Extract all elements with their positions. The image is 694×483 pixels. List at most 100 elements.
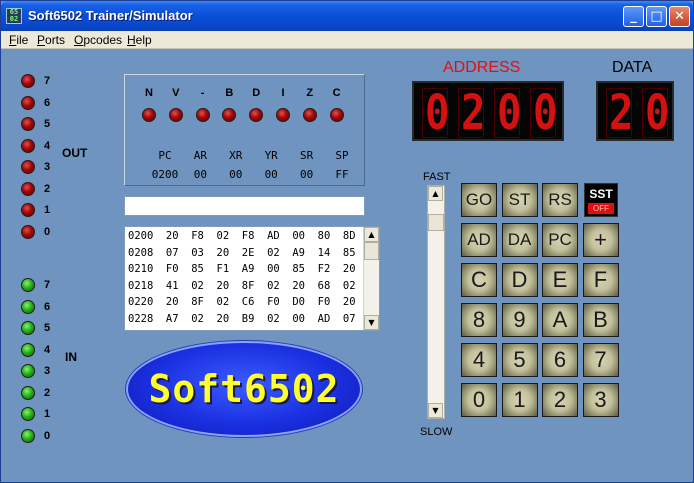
key-rs[interactable]: RS — [542, 183, 578, 217]
key-plus[interactable]: + — [582, 223, 619, 257]
register-label: XR — [229, 149, 243, 162]
register-value: 00 — [229, 168, 243, 181]
slider-up-arrow-icon[interactable]: ▲ — [428, 186, 443, 201]
key-a[interactable]: A — [542, 303, 578, 337]
in-led-1 — [21, 407, 35, 421]
key-d[interactable]: D — [501, 263, 538, 297]
out-led-5 — [21, 117, 35, 131]
maximize-button[interactable]: □ — [646, 6, 667, 27]
in-led-6 — [21, 299, 35, 314]
key-pc[interactable]: PC — [542, 223, 578, 257]
flag-label: D — [252, 87, 261, 99]
flag-led — [302, 108, 317, 122]
sst-button[interactable]: SST OFF — [584, 183, 618, 217]
key-st[interactable]: ST — [501, 183, 538, 217]
key-f[interactable]: F — [582, 263, 619, 297]
key-ad[interactable]: AD — [461, 223, 497, 257]
in-bit-label: 7 — [44, 279, 51, 291]
key-3[interactable]: 3 — [582, 383, 619, 417]
minimize-button[interactable]: _ — [623, 6, 644, 27]
slider-down-arrow-icon[interactable]: ▼ — [428, 403, 443, 418]
in-led-4 — [21, 342, 35, 357]
in-led-7 — [21, 278, 35, 292]
sst-state-badge: OFF — [588, 203, 614, 214]
address-display: 0200 — [412, 81, 564, 141]
memory-row[interactable]: 0228 A7 02 20 B9 02 00 AD 07 — [128, 313, 356, 325]
in-led-3 — [21, 364, 35, 378]
flag-label: I — [281, 87, 285, 99]
memory-row[interactable]: 0200 20 F8 02 F8 AD 00 80 8D — [128, 230, 356, 242]
key-1[interactable]: 1 — [501, 383, 538, 417]
segment-char: 0 — [532, 85, 558, 141]
out-led-2 — [21, 181, 35, 196]
window-title: Soft6502 Trainer/Simulator — [28, 8, 193, 23]
flag-led — [168, 108, 183, 122]
key-9[interactable]: 9 — [501, 303, 538, 337]
memory-dump-list[interactable]: 0200 20 F8 02 F8 AD 00 80 8D 0208 07 03 2… — [124, 226, 380, 331]
memory-scrollbar[interactable]: ▲ ▼ — [363, 227, 379, 330]
out-bit-label: 4 — [44, 139, 51, 152]
memory-row[interactable]: 0218 41 02 20 8F 02 20 68 02 — [128, 280, 356, 292]
out-led-6 — [21, 95, 35, 110]
flag-label: V — [172, 87, 180, 99]
flag-led — [222, 108, 237, 122]
app-window: 65 02 Soft6502 Trainer/Simulator _ □ ✕ F… — [0, 0, 694, 483]
out-bit-label: 5 — [44, 118, 51, 130]
flag-label: B — [225, 87, 234, 99]
segment-digit: 0 — [530, 85, 558, 141]
menu-file[interactable]: File — [9, 33, 28, 47]
key-2[interactable]: 2 — [542, 383, 578, 417]
register-label: SR — [299, 149, 314, 162]
register-label: PC — [158, 149, 172, 162]
register-value: 0200 — [151, 168, 179, 181]
speed-slow-label: SLOW — [420, 426, 453, 438]
key-b[interactable]: B — [582, 303, 619, 337]
memory-row[interactable]: 0210 F0 85 F1 A9 00 85 F2 20 — [128, 263, 356, 275]
register-value: 00 — [299, 168, 314, 181]
flag-led — [195, 108, 210, 122]
key-e[interactable]: E — [542, 263, 578, 297]
key-da[interactable]: DA — [501, 223, 538, 257]
in-bit-label: 5 — [44, 322, 51, 334]
register-value: 00 — [264, 168, 278, 181]
register-value: FF — [335, 168, 349, 181]
menu-help[interactable]: Help — [127, 33, 152, 47]
menu-opcodes[interactable]: Opcodes — [74, 33, 122, 47]
title-bar[interactable]: 65 02 Soft6502 Trainer/Simulator _ □ ✕ — [1, 1, 693, 31]
in-led-0 — [21, 428, 35, 443]
key-0[interactable]: 0 — [461, 383, 497, 417]
key-7[interactable]: 7 — [582, 343, 619, 377]
key-8[interactable]: 8 — [461, 303, 497, 337]
key-4[interactable]: 4 — [461, 343, 497, 377]
speed-slider[interactable]: ▲ ▼ — [427, 185, 445, 419]
command-input[interactable] — [124, 196, 365, 216]
segment-digit: 0 — [494, 85, 522, 141]
out-led-1 — [21, 203, 35, 217]
segment-char: 0 — [496, 85, 522, 141]
in-bit-label: 6 — [44, 300, 51, 313]
memory-row[interactable]: 0208 07 03 20 2E 02 A9 14 85 — [128, 247, 356, 259]
data-display: 20 — [596, 81, 674, 141]
flag-label: Z — [306, 87, 314, 99]
memory-row[interactable]: 0220 20 8F 02 C6 F0 D0 F0 20 — [128, 296, 356, 308]
cpu-status-panel: N V - B D I Z C PC 0200 AR 00 XR 00 YR 00 SR 00 SP FF — [124, 74, 365, 186]
out-bit-label: 7 — [44, 75, 51, 87]
menu-ports[interactable]: Ports — [37, 33, 65, 47]
segment-digit: 0 — [422, 85, 450, 141]
speed-slider-thumb[interactable] — [428, 213, 444, 231]
key-c[interactable]: C — [461, 263, 497, 297]
key-6[interactable]: 6 — [542, 343, 578, 377]
close-button[interactable]: ✕ — [669, 6, 690, 27]
flag-led — [276, 108, 290, 122]
key-go[interactable]: GO — [461, 183, 497, 217]
key-5[interactable]: 5 — [501, 343, 538, 377]
segment-char: 2 — [460, 85, 486, 141]
segment-char: 0 — [424, 85, 450, 141]
scroll-up-arrow-icon[interactable]: ▲ — [364, 227, 379, 242]
scroll-down-arrow-icon[interactable]: ▼ — [364, 315, 379, 330]
scroll-thumb[interactable] — [364, 242, 379, 260]
app-icon[interactable]: 65 02 — [6, 8, 22, 24]
in-bit-label: 0 — [44, 429, 51, 442]
soft6502-logo: Soft6502 — [126, 341, 362, 437]
register-label: YR — [264, 149, 278, 162]
